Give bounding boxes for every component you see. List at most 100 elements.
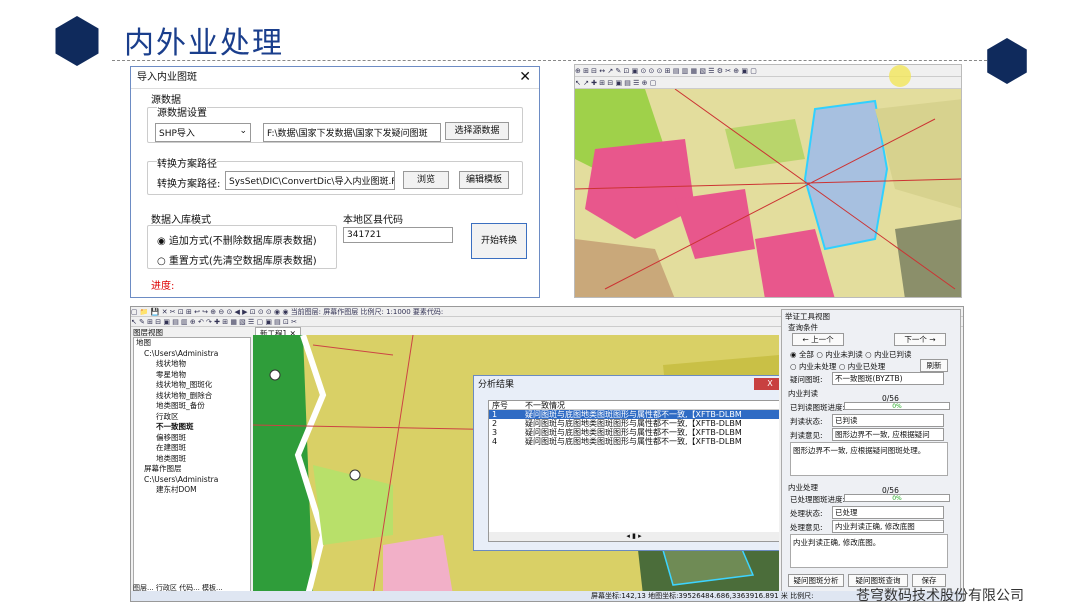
proc-state-label: 处理状态: <box>790 509 823 518</box>
prev-button[interactable]: ← 上一个 <box>792 333 844 346</box>
proc-opinion-label: 处理意见: <box>790 523 823 532</box>
judge-progress-bar: 0% <box>844 402 950 410</box>
query-label: 查询条件 <box>788 323 818 332</box>
layer-item[interactable]: 在建图斑 <box>134 443 250 454</box>
map-view-top[interactable]: ⊕ ⊞ ⊟ ↔ ↗ ✎ ⊡ ▣ ⊙ ⊙ ⊙ ⊞ ▤ ▥ ▦ ▧ ☰ ⚙ ✂ ⊕ … <box>574 64 962 298</box>
plan-path-field[interactable]: SysSet\DIC\ConvertDic\导入内业图斑.Fa <box>225 171 395 190</box>
divider <box>112 60 992 61</box>
mode-append-radio[interactable]: ◉ 追加方式(不删除数据库原表数据) <box>157 232 317 247</box>
layer-item[interactable]: 行政区 <box>134 412 250 423</box>
source-settings-label: 源数据设置 <box>157 104 207 119</box>
source-type-value: SHP导入 <box>159 129 195 139</box>
layer-item[interactable]: 偏移图斑 <box>134 433 250 444</box>
check-title: 举证工具视图 <box>785 312 830 321</box>
row-no: 2 <box>492 419 498 428</box>
layer-item[interactable]: 地类图斑 <box>134 454 250 465</box>
chevron-down-icon: ⌄ <box>239 126 247 136</box>
judge-text-area[interactable]: 图形边界不一致, 应根据疑问图斑处理。 <box>790 442 948 476</box>
plan-section: 转换方案路径 <box>157 155 217 170</box>
radio-unjudged-label: 内业未判读 <box>825 350 863 359</box>
select-source-button[interactable]: 选择源数据 <box>445 122 509 140</box>
judge-opinion-select[interactable]: 图形边界不一致, 应根据疑问 <box>832 428 944 441</box>
toolbar-status: 当前图层: 屏幕作图层 比例尺: 1:1000 要素代码: <box>290 308 444 316</box>
plan-label: 转换方案路径: <box>157 179 221 190</box>
table-row[interactable]: 1 疑问图斑与底图地类图斑图形与属性都不一致,【XFTB-DLBM <box>489 410 779 419</box>
mode-append-label: 追加方式(不删除数据库原表数据) <box>168 236 317 247</box>
row-desc: 疑问图斑与底图地类图斑图形与属性都不一致,【XFTB-DLBM <box>525 428 742 437</box>
map-view-bottom[interactable]: 分析结果 X 序号 不一致情况 1 疑问图斑与底图地类图斑图形与属性都不一致,【XF… <box>253 335 779 595</box>
proc-opinion-select[interactable]: 内业判读正确, 修改底图 <box>832 520 944 533</box>
judge-state-select[interactable]: 已判读 <box>832 414 944 427</box>
layer-item[interactable]: 建东村DOM <box>134 485 250 496</box>
row-no: 4 <box>492 437 498 446</box>
judge-opinion-value: 图形边界不一致, 应根据疑问 <box>835 430 930 439</box>
mode-replace-radio[interactable]: ○ 重置方式(先清空数据库原表数据) <box>157 252 317 267</box>
radio-all-label: 全部 <box>798 350 814 359</box>
proc-progress-bar: 0% <box>844 494 950 502</box>
doubt-label: 疑问图斑: <box>790 375 823 384</box>
mode-section: 数据入库模式 <box>151 215 211 226</box>
close-icon[interactable]: ✕ <box>519 69 531 85</box>
company-footer: 苍穹数码技术股份有限公司 <box>856 588 1024 604</box>
analysis-result-dialog: 分析结果 X 序号 不一致情况 1 疑问图斑与底图地类图斑图形与属性都不一致,【XF… <box>473 375 779 551</box>
row-no: 1 <box>492 410 498 419</box>
row-desc: 疑问图斑与底图地类图斑图形与属性都不一致,【XFTB-DLBM <box>525 437 742 446</box>
layer-item[interactable]: 不一致图斑 <box>134 422 250 433</box>
analyze-button[interactable]: 疑问图斑分析 <box>788 574 844 587</box>
layer-item[interactable]: 屏幕作图层 <box>134 464 250 475</box>
layer-tree[interactable]: 地图 C:\Users\Administra 线状地物 零星地物 线状地物_图斑化 线状地… <box>133 337 251 593</box>
radio-proc-label: 内业已处理 <box>847 362 886 371</box>
mode-replace-label: 重置方式(先清空数据库原表数据) <box>168 256 317 267</box>
layer-item[interactable]: 线状地物_图斑化 <box>134 380 250 391</box>
radio-judged-label: 内业已判读 <box>874 350 912 359</box>
outer-section: 内业处理 <box>788 483 818 492</box>
proc-state-select[interactable]: 已处理 <box>832 506 944 519</box>
judge-progress-label: 已判读图斑进度: <box>790 403 846 412</box>
region-label: 本地区县代码 <box>343 215 403 226</box>
browse-button[interactable]: 浏览 <box>403 171 449 189</box>
proc-opinion-value: 内业判读正确, 修改底图 <box>835 522 915 531</box>
col-no: 序号 <box>492 401 508 410</box>
layer-item[interactable]: 线状地物_删除合 <box>134 391 250 402</box>
result-header: 序号 不一致情况 <box>489 401 779 410</box>
result-table[interactable]: 序号 不一致情况 1 疑问图斑与底图地类图斑图形与属性都不一致,【XFTB-DLBM… <box>488 400 779 542</box>
radio-all[interactable]: ◉ 全部 ○ 内业未判读 ○ 内业已判读 <box>790 349 912 360</box>
company-logo-icon <box>55 16 99 66</box>
table-row[interactable]: 2 疑问图斑与底图地类图斑图形与属性都不一致,【XFTB-DLBM <box>489 419 779 428</box>
progress-label: 进度: <box>151 281 175 292</box>
next-button[interactable]: 下一个 → <box>894 333 946 346</box>
judge-state-label: 判读状态: <box>790 417 823 426</box>
horizontal-scrollbar[interactable]: ◂ ▮ ▸ <box>489 532 779 541</box>
inner-judge-section: 内业判读 <box>788 389 818 398</box>
layer-item[interactable]: 地图 <box>134 338 250 349</box>
proc-text-area[interactable]: 内业判读正确, 修改底图。 <box>790 534 948 568</box>
gis-application: ▢ 📁 💾 ✕ ✂ ⊡ ⊞ ↩ ↪ ⊕ ⊖ ⊙ ◀ ▶ ⊡ ⊙ ⊙ ◉ ◉ 当前… <box>130 306 964 602</box>
result-close-button[interactable]: X <box>754 378 779 390</box>
radio-proc[interactable]: ○ 内业未处理 ○ 内业已处理 <box>790 361 885 372</box>
status-bar: 屏幕坐标:142,13 地图坐标:39526484.686,3363916.89… <box>131 591 963 601</box>
layer-item[interactable]: 零星地物 <box>134 370 250 381</box>
cursor-highlight <box>889 65 911 87</box>
judge-opinion-label: 判读意见: <box>790 431 823 440</box>
edit-template-button[interactable]: 编辑模板 <box>459 171 509 189</box>
layer-item[interactable]: C:\Users\Administra <box>134 475 250 486</box>
map-canvas <box>575 89 961 297</box>
doubt-select[interactable]: 不一致图斑(BYZTB) <box>832 372 944 385</box>
layer-item[interactable]: C:\Users\Administra <box>134 349 250 360</box>
table-row[interactable]: 3 疑问图斑与底图地类图斑图形与属性都不一致,【XFTB-DLBM <box>489 428 779 437</box>
refresh-button[interactable]: 刷新 <box>920 359 948 372</box>
table-row[interactable]: 4 疑问图斑与底图地类图斑图形与属性都不一致,【XFTB-DLBM <box>489 437 779 446</box>
source-path-field[interactable]: F:\数据\国家下发数据\国家下发疑问图斑 <box>263 123 441 142</box>
import-dialog: 导入内业图斑 ✕ 源数据 源数据设置 SHP导入 ⌄ F:\数据\国家下发数据\国… <box>130 66 540 298</box>
hexagon-icon <box>987 38 1027 84</box>
source-type-select[interactable]: SHP导入 ⌄ <box>155 123 251 142</box>
proc-state-value: 已处理 <box>835 508 858 517</box>
proc-progress-label: 已处理图斑进度: <box>790 495 846 504</box>
layer-item[interactable]: 地类图斑_备份 <box>134 401 250 412</box>
status-text: 屏幕坐标:142,13 地图坐标:39526484.686,3363916.89… <box>591 592 814 600</box>
layer-item[interactable]: 线状地物 <box>134 359 250 370</box>
start-convert-button[interactable]: 开始转换 <box>471 223 527 259</box>
judge-state-value: 已判读 <box>835 416 858 425</box>
check-tool-panel: 举证工具视图 查询条件 ← 上一个 下一个 → ◉ 全部 ○ 内业未判读 ○ 内… <box>781 309 961 599</box>
region-code-field[interactable]: 341721 <box>343 227 453 243</box>
